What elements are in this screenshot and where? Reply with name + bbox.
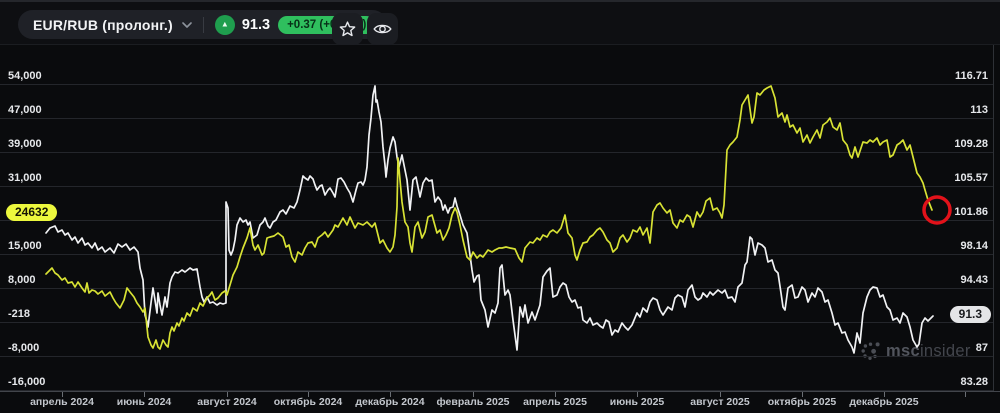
eye-icon (373, 24, 392, 34)
left-axis-label: -16,000 (8, 376, 45, 388)
x-axis-label: апрель 2025 (523, 396, 587, 408)
yellow-series-value-badge: 24632 (6, 204, 58, 221)
star-icon (339, 21, 356, 37)
x-axis-label: июнь 2025 (610, 396, 665, 408)
right-axis-label: 105.57 (954, 172, 988, 184)
white-series-value-badge: 91.3 (949, 306, 991, 323)
chart-header: EUR/RUB (пролонг.) ▲ 91.3 +0.37 (+0.41%) (0, 2, 1000, 45)
x-axis-label: октябрь 2025 (768, 396, 837, 408)
left-axis-label: 31,000 (8, 172, 42, 184)
x-axis-label: октябрь 2024 (274, 396, 343, 408)
right-axis-label: 109.28 (954, 138, 988, 150)
watch-button[interactable] (367, 13, 398, 45)
trend-up-icon: ▲ (214, 14, 235, 35)
left-axis-label: 47,000 (8, 104, 42, 116)
right-axis-label: 101.86 (954, 206, 988, 218)
price-chart[interactable]: апрель 2024 июнь 2024 август 2024 октябрь 2… (0, 0, 1000, 413)
favorite-button[interactable] (332, 13, 363, 45)
instrument-name: EUR/RUB (пролонг.) (33, 16, 173, 33)
yellow-series-line (45, 85, 933, 350)
left-axis-label: 54,000 (8, 70, 42, 82)
x-axis-label: декабрь 2024 (355, 396, 424, 408)
left-axis-label: -218 (8, 308, 30, 320)
right-axis-label: 94.43 (960, 274, 988, 286)
left-axis-label: -8,000 (8, 342, 39, 354)
right-axis-label: 116.71 (955, 70, 988, 82)
left-axis-label: 15,000 (8, 240, 42, 252)
highlight-circle-annotation (922, 195, 952, 225)
right-axis-label: 98.14 (960, 240, 988, 252)
right-axis-label: 87 (976, 342, 988, 354)
white-series-line (45, 85, 934, 354)
x-axis-label: декабрь 2025 (849, 396, 918, 408)
x-axis-label: июнь 2024 (117, 396, 172, 408)
trading-chart-widget: EUR/RUB (пролонг.) ▲ 91.3 +0.37 (+0.41%) (0, 0, 1000, 413)
last-price: 91.3 (241, 16, 271, 33)
left-axis-label: 39,000 (8, 138, 42, 150)
x-axis-label: август 2025 (690, 396, 750, 408)
top-border (0, 0, 1000, 2)
right-axis-label: 83.28 (960, 376, 988, 388)
x-axis-label: апрель 2024 (30, 396, 94, 408)
right-axis-label: 113 (970, 104, 988, 116)
divider (202, 16, 204, 33)
left-axis-label: 8,000 (8, 274, 36, 286)
x-axis-label: февраль 2025 (437, 396, 510, 408)
x-axis-label: август 2024 (197, 396, 257, 408)
chevron-down-icon[interactable] (182, 21, 192, 28)
